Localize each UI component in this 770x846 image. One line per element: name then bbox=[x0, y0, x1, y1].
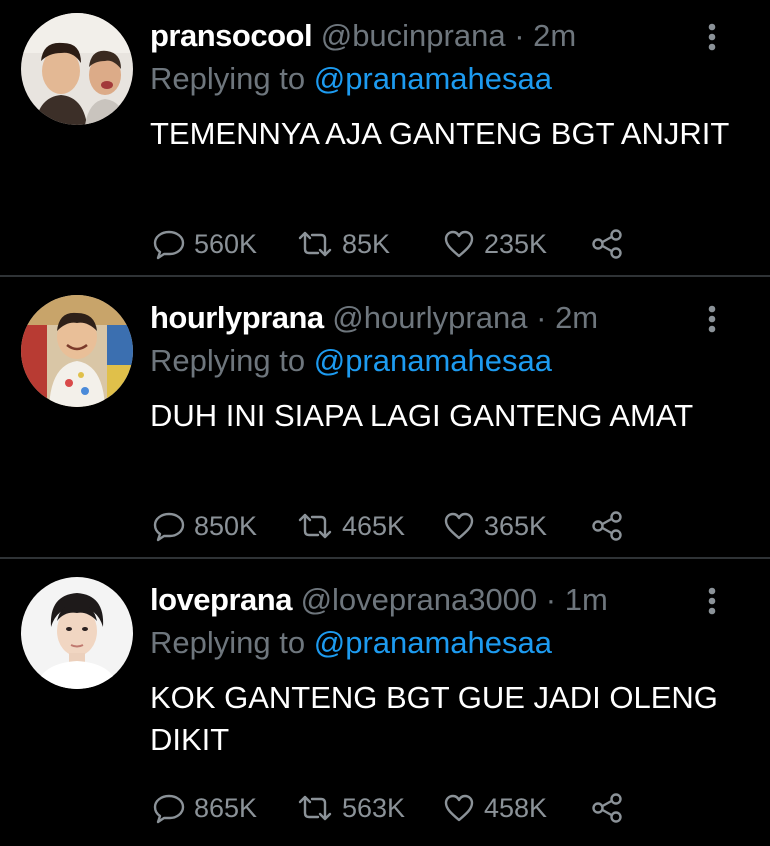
like-count: 235K bbox=[484, 228, 548, 259]
share-button[interactable] bbox=[590, 788, 624, 828]
heart-outline-icon bbox=[444, 794, 474, 822]
share-nodes-icon bbox=[592, 229, 622, 259]
reply-count: 560K bbox=[194, 228, 258, 259]
tweet-text: TEMENNYA AJA GANTENG BGT ANJRIT bbox=[150, 116, 730, 151]
replying-to-line: Replying to @pranamahesaa bbox=[150, 623, 552, 663]
reply-button[interactable]: 850K bbox=[152, 506, 257, 546]
speech-bubble-icon bbox=[153, 230, 185, 260]
replying-to-label: Replying to bbox=[150, 61, 306, 96]
avatar[interactable] bbox=[21, 13, 133, 125]
reply-feed: pransocool @bucinprana · 2m Replying to … bbox=[0, 0, 770, 842]
share-nodes-icon bbox=[592, 793, 622, 823]
speech-bubble-icon bbox=[153, 794, 185, 824]
retweet-button[interactable]: 85K bbox=[296, 224, 390, 264]
replying-to-label: Replying to bbox=[150, 625, 306, 660]
timestamp[interactable]: 1m bbox=[565, 582, 608, 617]
reply-count: 865K bbox=[194, 792, 258, 823]
like-count: 458K bbox=[484, 792, 548, 823]
tweet-text: KOK GANTENG BGT GUE JADI OLENG DIKIT bbox=[150, 680, 718, 757]
reply-button[interactable]: 865K bbox=[152, 788, 257, 828]
replying-to-handle[interactable]: @pranamahesaa bbox=[314, 61, 552, 96]
share-button[interactable] bbox=[590, 224, 624, 264]
display-name[interactable]: hourlyprana bbox=[150, 300, 324, 335]
retweet-button[interactable]: 465K bbox=[296, 506, 405, 546]
reply-button[interactable]: 560K bbox=[152, 224, 257, 264]
display-name[interactable]: pransocool bbox=[150, 18, 313, 53]
like-button[interactable]: 458K bbox=[442, 788, 547, 828]
retweet-arrows-icon bbox=[298, 513, 332, 539]
replying-to-line: Replying to @pranamahesaa bbox=[150, 341, 552, 381]
retweet-button[interactable]: 563K bbox=[296, 788, 405, 828]
more-options-button[interactable] bbox=[700, 584, 724, 618]
heart-outline-icon bbox=[444, 512, 474, 540]
timestamp[interactable]: 2m bbox=[533, 18, 576, 53]
tweet-header: hourlyprana @hourlyprana · 2m bbox=[150, 298, 598, 338]
like-button[interactable]: 235K bbox=[442, 224, 547, 264]
avatar[interactable] bbox=[21, 577, 133, 689]
share-button[interactable] bbox=[590, 506, 624, 546]
tweet-actions: 560K 85K 235K bbox=[150, 224, 630, 264]
user-handle[interactable]: @hourlyprana bbox=[332, 300, 527, 335]
display-name[interactable]: loveprana bbox=[150, 582, 292, 617]
separator-dot: · bbox=[545, 582, 557, 617]
retweet-count: 85K bbox=[342, 228, 391, 259]
tweet-header: loveprana @loveprana3000 · 1m bbox=[150, 580, 608, 620]
separator-dot: · bbox=[536, 300, 547, 335]
tweet-2[interactable]: hourlyprana @hourlyprana · 2m Replying t… bbox=[0, 282, 770, 564]
vertical-ellipsis-icon bbox=[708, 587, 716, 615]
like-count: 365K bbox=[484, 510, 548, 541]
tweet-3[interactable]: loveprana @loveprana3000 · 1m Replying t… bbox=[0, 564, 770, 846]
replying-to-line: Replying to @pranamahesaa bbox=[150, 59, 552, 99]
tweet-text: DUH INI SIAPA LAGI GANTENG AMAT bbox=[150, 398, 694, 433]
tweet-divider bbox=[0, 275, 770, 277]
user-handle[interactable]: @loveprana3000 bbox=[301, 582, 538, 617]
timestamp[interactable]: 2m bbox=[555, 300, 598, 335]
like-button[interactable]: 365K bbox=[442, 506, 547, 546]
tweet-1[interactable]: pransocool @bucinprana · 2m Replying to … bbox=[0, 0, 770, 282]
vertical-ellipsis-icon bbox=[708, 23, 716, 51]
separator-dot: · bbox=[514, 18, 525, 53]
heart-outline-icon bbox=[444, 230, 474, 258]
replying-to-label: Replying to bbox=[150, 343, 306, 378]
tweet-actions: 850K 465K 365K bbox=[150, 506, 630, 546]
tweet-header: pransocool @bucinprana · 2m bbox=[150, 16, 576, 56]
replying-to-handle[interactable]: @pranamahesaa bbox=[314, 625, 552, 660]
more-options-button[interactable] bbox=[700, 20, 724, 54]
retweet-count: 465K bbox=[342, 510, 406, 541]
user-handle[interactable]: @bucinprana bbox=[321, 18, 506, 53]
reply-count: 850K bbox=[194, 510, 258, 541]
more-options-button[interactable] bbox=[700, 302, 724, 336]
avatar[interactable] bbox=[21, 295, 133, 407]
tweet-actions: 865K 563K 458K bbox=[150, 788, 630, 828]
share-nodes-icon bbox=[592, 511, 622, 541]
retweet-count: 563K bbox=[342, 792, 406, 823]
replying-to-handle[interactable]: @pranamahesaa bbox=[314, 343, 552, 378]
tweet-divider bbox=[0, 557, 770, 559]
retweet-arrows-icon bbox=[298, 795, 332, 821]
vertical-ellipsis-icon bbox=[708, 305, 716, 333]
speech-bubble-icon bbox=[153, 512, 185, 542]
retweet-arrows-icon bbox=[298, 231, 332, 257]
